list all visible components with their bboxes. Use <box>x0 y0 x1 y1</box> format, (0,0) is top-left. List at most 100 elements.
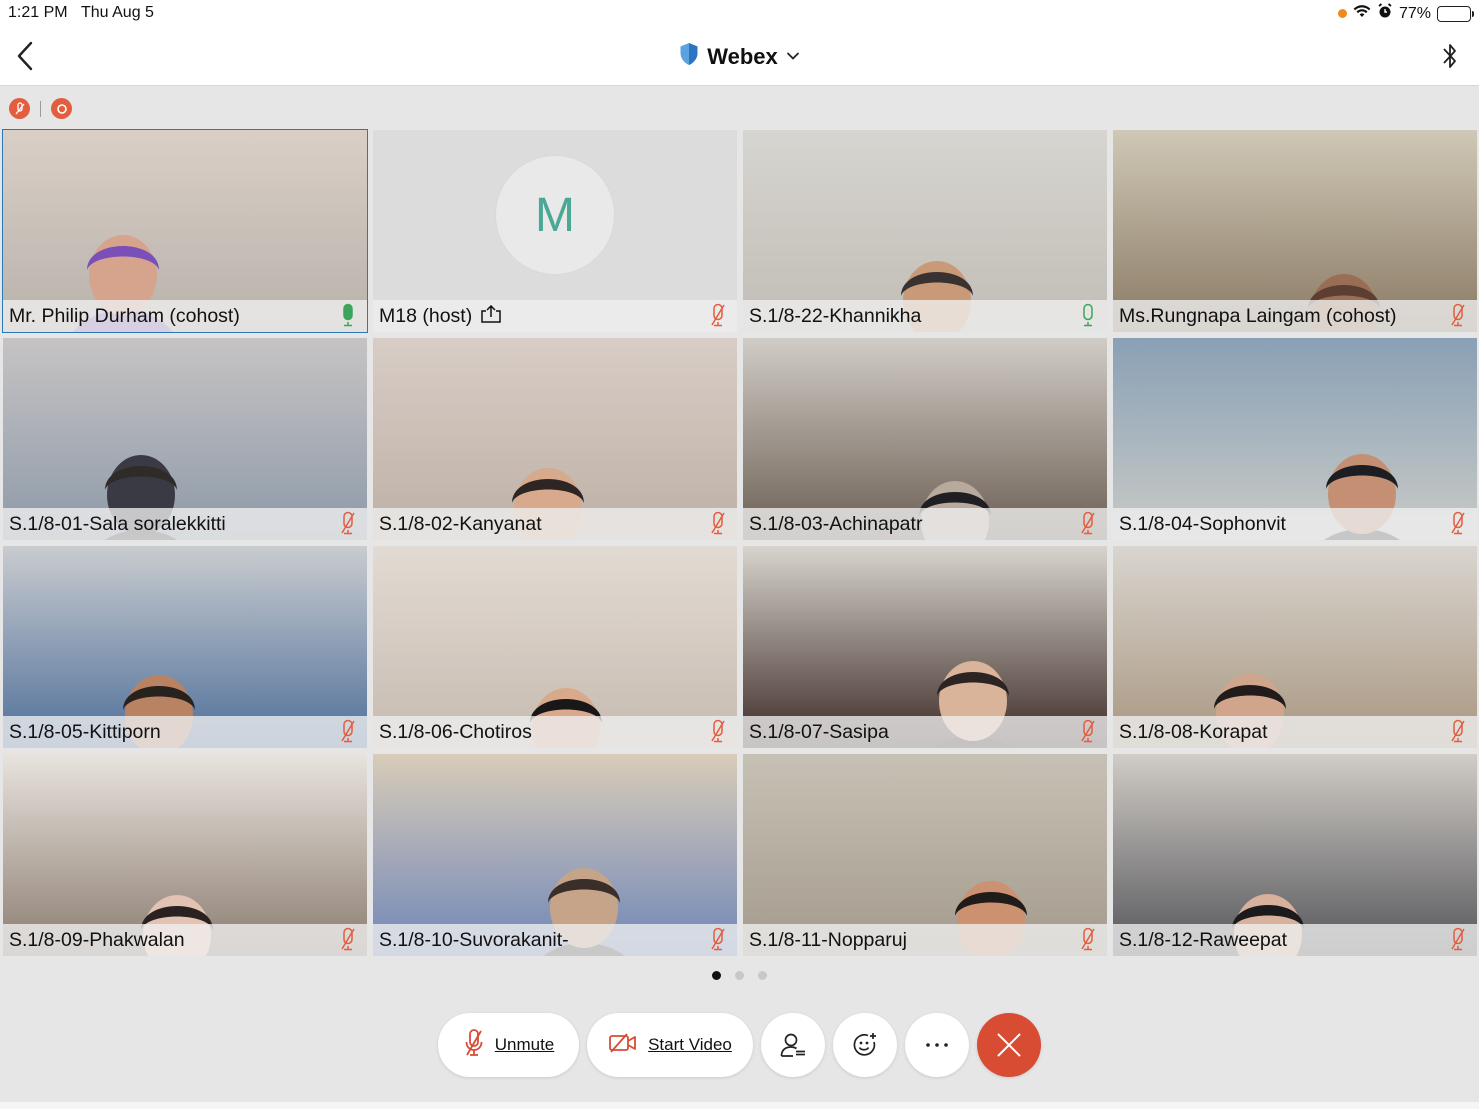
participant-name: S.1/8-02-Kanyanat <box>379 512 542 535</box>
muted-indicator-icon <box>9 98 30 119</box>
participant-name: Mr. Philip Durham (cohost) <box>9 304 240 327</box>
meeting-controls: Unmute Start Video <box>0 1013 1479 1077</box>
name-bar: S.1/8-02-Kanyanat <box>373 508 737 540</box>
participant-tile[interactable]: S.1/8-05-Kittiporn <box>3 546 367 748</box>
name-bar: S.1/8-11-Nopparuj <box>743 924 1107 956</box>
participant-tile[interactable]: S.1/8-09-Phakwalan <box>3 754 367 956</box>
participant-tile[interactable]: S.1/8-22-Khannikha <box>743 130 1107 332</box>
participant-tile[interactable]: S.1/8-01-Sala soralekkitti <box>3 338 367 540</box>
page-dot[interactable] <box>758 971 767 980</box>
participant-tile[interactable]: S.1/8-06-Chotiros <box>373 546 737 748</box>
name-bar: M18 (host) <box>373 300 737 332</box>
indicator-divider <box>40 100 41 117</box>
unmute-button[interactable]: Unmute <box>438 1013 579 1077</box>
name-bar: S.1/8-12-Raweepat <box>1113 924 1477 956</box>
name-bar: S.1/8-03-Achinapatr <box>743 508 1107 540</box>
participant-tile[interactable]: S.1/8-03-Achinapatr <box>743 338 1107 540</box>
shield-icon <box>679 42 699 71</box>
participant-name: S.1/8-10-Suvorakanit- <box>379 928 569 951</box>
end-call-icon <box>997 1033 1021 1057</box>
mic-muted-icon <box>709 927 727 951</box>
participant-tile[interactable]: Mr. Philip Durham (cohost) <box>2 129 368 333</box>
name-bar: S.1/8-05-Kittiporn <box>3 716 367 748</box>
participant-name: S.1/8-11-Nopparuj <box>749 928 907 951</box>
participant-name: S.1/8-03-Achinapatr <box>749 512 923 535</box>
participant-tile[interactable]: S.1/8-07-Sasipa <box>743 546 1107 748</box>
name-bar: S.1/8-08-Korapat <box>1113 716 1477 748</box>
page-indicator[interactable] <box>0 971 1479 980</box>
meeting-title-button[interactable]: Webex <box>0 42 1479 71</box>
participant-tile[interactable]: M M18 (host) <box>373 130 737 332</box>
reactions-button[interactable] <box>833 1013 897 1077</box>
participant-tile[interactable]: Ms.Rungnapa Laingam (cohost) <box>1113 130 1477 332</box>
meeting-indicators <box>9 98 72 119</box>
participant-tile[interactable]: S.1/8-10-Suvorakanit- <box>373 754 737 956</box>
name-bar: S.1/8-22-Khannikha <box>743 300 1107 332</box>
mic-muted-icon <box>339 511 357 535</box>
participant-tile[interactable]: S.1/8-02-Kanyanat <box>373 338 737 540</box>
mic-muted-icon <box>339 719 357 743</box>
page-dot[interactable] <box>735 971 744 980</box>
participant-name: S.1/8-09-Phakwalan <box>9 928 185 951</box>
mic-muted-icon <box>339 927 357 951</box>
mic-muted-icon <box>709 719 727 743</box>
start-video-button[interactable]: Start Video <box>587 1013 753 1077</box>
status-time: 1:21 PM <box>8 4 68 21</box>
participant-tile[interactable]: S.1/8-11-Nopparuj <box>743 754 1107 956</box>
participant-name: M18 (host) <box>379 304 473 327</box>
participant-name: S.1/8-06-Chotiros <box>379 720 532 743</box>
name-bar: Mr. Philip Durham (cohost) <box>3 300 367 332</box>
mic-muted-icon <box>709 303 727 327</box>
name-bar: S.1/8-04-Sophonvit <box>1113 508 1477 540</box>
mic-muted-icon <box>1079 511 1097 535</box>
battery-percent: 77% <box>1398 4 1431 22</box>
mic-muted-icon <box>1449 303 1467 327</box>
end-call-button[interactable] <box>977 1013 1041 1077</box>
reactions-icon <box>853 1033 876 1056</box>
mic-muted-icon <box>1079 719 1097 743</box>
share-icon <box>480 304 502 328</box>
top-bar: 1:21 PM Thu Aug 5 77% Webex <box>0 0 1479 86</box>
name-bar: S.1/8-10-Suvorakanit- <box>373 924 737 956</box>
video-grid: Mr. Philip Durham (cohost) M M18 (host) S.1… <box>2 129 1477 956</box>
participant-name: S.1/8-05-Kittiporn <box>9 720 161 743</box>
alarm-icon <box>1377 3 1393 24</box>
participants-icon <box>780 1033 805 1057</box>
status-icons: 77% <box>1337 3 1474 24</box>
home-indicator-area <box>0 1102 1479 1109</box>
participant-name: Ms.Rungnapa Laingam (cohost) <box>1119 304 1397 327</box>
participant-name: S.1/8-12-Raweepat <box>1119 928 1288 951</box>
start-video-label: Start Video <box>648 1035 732 1054</box>
more-options-button[interactable] <box>905 1013 969 1077</box>
chevron-down-icon <box>786 48 800 66</box>
video-off-icon <box>608 1032 638 1059</box>
name-bar: S.1/8-09-Phakwalan <box>3 924 367 956</box>
mic-on-icon <box>339 303 357 327</box>
battery-icon <box>1437 5 1474 22</box>
participant-tile[interactable]: S.1/8-12-Raweepat <box>1113 754 1477 956</box>
page-dot[interactable] <box>712 971 721 980</box>
unmute-label: Unmute <box>494 1035 555 1054</box>
more-icon <box>926 1043 948 1047</box>
mic-muted-icon <box>709 511 727 535</box>
mic-muted-icon <box>1449 719 1467 743</box>
name-bar: S.1/8-06-Chotiros <box>373 716 737 748</box>
wifi-icon <box>1353 4 1371 23</box>
participant-tile[interactable]: S.1/8-08-Korapat <box>1113 546 1477 748</box>
name-bar: S.1/8-07-Sasipa <box>743 716 1107 748</box>
participant-tile[interactable]: S.1/8-04-Sophonvit <box>1113 338 1477 540</box>
participant-name: S.1/8-01-Sala soralekkitti <box>9 512 226 535</box>
bluetooth-button[interactable] <box>1439 40 1461 72</box>
mic-off-icon <box>463 1028 485 1063</box>
participant-name: S.1/8-08-Korapat <box>1119 720 1268 743</box>
participant-name: S.1/8-07-Sasipa <box>749 720 889 743</box>
status-date: Thu Aug 5 <box>81 4 154 21</box>
mic-muted-icon <box>1079 927 1097 951</box>
mic-muted-icon <box>1449 927 1467 951</box>
participants-button[interactable] <box>761 1013 825 1077</box>
name-bar: Ms.Rungnapa Laingam (cohost) <box>1113 300 1477 332</box>
participant-name: S.1/8-22-Khannikha <box>749 304 922 327</box>
mic-muted-icon <box>1449 511 1467 535</box>
participant-name: S.1/8-04-Sophonvit <box>1119 512 1286 535</box>
meeting-title: Webex <box>707 43 778 69</box>
